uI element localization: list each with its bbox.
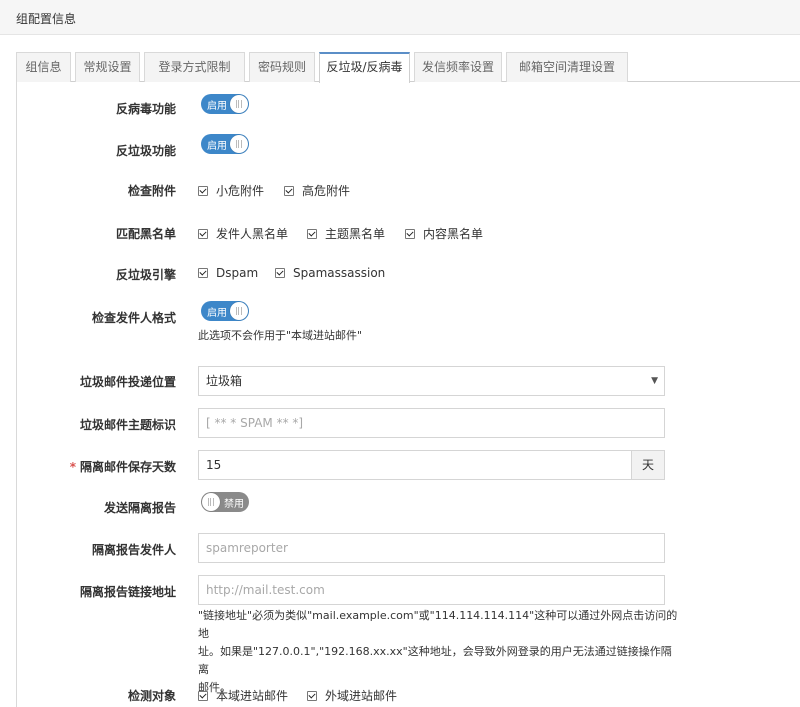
tab-send-frequency[interactable]: 发信频率设置 [414, 52, 502, 82]
blacklist-label: 匹配黑名单 [115, 227, 176, 241]
chevron-down-icon: ▼ [651, 376, 658, 386]
checkbox-checked-icon [198, 268, 208, 278]
antivirus-toggle[interactable]: 启用 [201, 94, 249, 114]
checkbox-checked-icon [198, 185, 208, 196]
checkbox-checked-icon [307, 690, 317, 701]
detect-target-label: 检测对象 [127, 689, 176, 703]
checkbox-external-inbound[interactable]: 外域进站邮件 [307, 687, 397, 704]
checkbox-checked-icon [198, 228, 208, 239]
report-link-hint: "链接地址"必须为类似"mail.example.com"或"114.114.1… [198, 609, 678, 694]
checkbox-content-blacklist[interactable]: 内容黑名单 [405, 225, 483, 242]
checkbox-local-inbound[interactable]: 本域进站邮件 [198, 687, 288, 704]
antivirus-label: 反病毒功能 [115, 102, 176, 116]
engine-label: 反垃圾引擎 [115, 268, 176, 282]
checkbox-checked-icon [198, 690, 208, 701]
send-report-toggle[interactable]: 禁用 [201, 492, 249, 512]
toggle-knob [230, 95, 248, 113]
checkbox-checked-icon [405, 228, 415, 239]
sender-format-label: 检查发件人格式 [91, 311, 176, 325]
checkbox-high-risk-attach[interactable]: 高危附件 [284, 182, 350, 199]
tab-mailbox-cleanup[interactable]: 邮箱空间清理设置 [506, 52, 628, 82]
tab-bar: 组信息 常规设置 登录方式限制 密码规则 反垃圾/反病毒 发信频率设置 邮箱空间… [16, 52, 800, 83]
deliver-location-label: 垃圾邮件投递位置 [79, 375, 176, 389]
quarantine-days-label: * 隔离邮件保存天数 [69, 460, 176, 474]
toggle-knob [202, 493, 220, 511]
checkbox-low-risk-attach[interactable]: 小危附件 [198, 182, 264, 199]
antispam-label: 反垃圾功能 [115, 144, 176, 158]
checkbox-subject-blacklist[interactable]: 主题黑名单 [307, 225, 385, 242]
subject-tag-input[interactable]: [ ** * SPAM ** *] [198, 408, 665, 438]
sender-format-hint: 此选项不会作用于"本域进站邮件" [198, 329, 363, 342]
deliver-location-select[interactable]: 垃圾箱 ▼ [198, 366, 665, 396]
checkbox-checked-icon [284, 185, 294, 196]
tab-password-rules[interactable]: 密码规则 [249, 52, 315, 82]
page-title: 组配置信息 [16, 12, 77, 26]
tab-group-info[interactable]: 组信息 [16, 52, 71, 82]
report-link-input[interactable]: http://mail.test.com [198, 575, 665, 605]
settings-panel: 反病毒功能 启用 反垃圾功能 启用 检查附件 小危附件 高危附件 匹配黑名单 发… [16, 81, 800, 707]
check-attach-label: 检查附件 [127, 184, 176, 198]
toggle-knob [230, 302, 248, 320]
tab-general-settings[interactable]: 常规设置 [75, 52, 140, 82]
subject-tag-label: 垃圾邮件主题标识 [79, 418, 176, 432]
antispam-toggle[interactable]: 启用 [201, 134, 249, 154]
report-sender-label: 隔离报告发件人 [91, 543, 176, 557]
page-header: 组配置信息 [0, 0, 800, 35]
toggle-knob [230, 135, 248, 153]
checkbox-spamassassion[interactable]: Spamassassion [275, 266, 385, 280]
checkbox-checked-icon [307, 228, 317, 239]
checkbox-checked-icon [275, 268, 285, 278]
days-unit-addon: 天 [631, 450, 665, 480]
tab-login-restriction[interactable]: 登录方式限制 [144, 52, 245, 82]
send-report-label: 发送隔离报告 [103, 501, 176, 515]
report-sender-input[interactable]: spamreporter [198, 533, 665, 563]
tab-antispam-antivirus[interactable]: 反垃圾/反病毒 [319, 52, 410, 83]
checkbox-sender-blacklist[interactable]: 发件人黑名单 [198, 225, 288, 242]
sender-format-toggle[interactable]: 启用 [201, 301, 249, 321]
report-link-label: 隔离报告链接地址 [79, 585, 176, 599]
checkbox-dspam[interactable]: Dspam [198, 266, 258, 280]
quarantine-days-input[interactable]: 15 天 [198, 450, 665, 480]
required-mark: * [69, 460, 76, 474]
